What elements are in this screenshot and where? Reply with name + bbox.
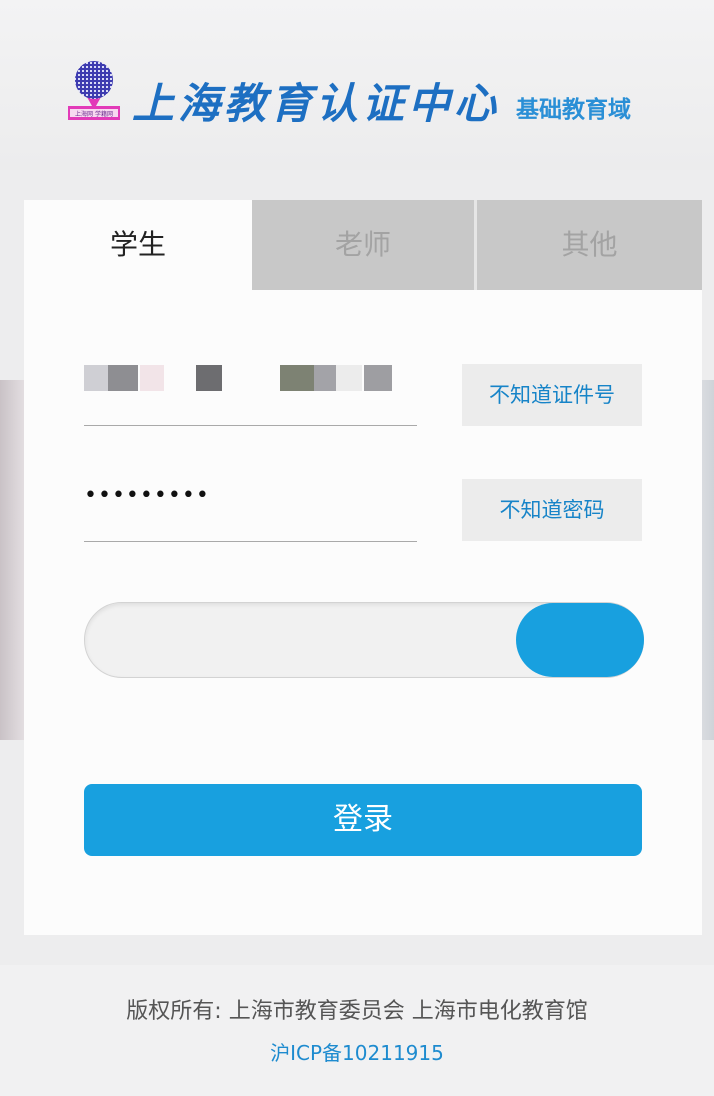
copyright-text: 版权所有: 上海市教育委员会 上海市电化教育馆 xyxy=(126,999,588,1024)
slide-verify-track xyxy=(84,602,644,678)
masked-id-value xyxy=(84,365,394,393)
site-title: 上海教育认证中心 xyxy=(132,79,501,128)
password-field[interactable]: ••••••••• xyxy=(84,481,417,542)
icp-link[interactable]: 沪ICP备10211915 xyxy=(0,1037,714,1066)
slide-verify-handle[interactable] xyxy=(516,603,644,677)
role-tabs: 学生 老师 其他 xyxy=(24,200,702,290)
login-card: 学生 老师 其他 不知道证件号 ••••••••• 不知道密码 登录 xyxy=(24,200,702,935)
forgot-id-button[interactable]: 不知道证件号 xyxy=(462,364,642,426)
login-button[interactable]: 登录 xyxy=(84,784,642,856)
site-subtitle: 基础教育域 xyxy=(516,97,631,123)
tab-teacher[interactable]: 老师 xyxy=(252,200,477,290)
logo-caption: 上海网 学籍网 xyxy=(75,110,113,118)
id-number-field[interactable] xyxy=(84,365,417,426)
tab-student[interactable]: 学生 xyxy=(24,200,252,290)
logo-emblem-icon: 上海网 学籍网 xyxy=(68,61,120,120)
footer: 版权所有: 上海市教育委员会 上海市电化教育馆 沪ICP备10211915 xyxy=(0,965,714,1096)
password-value: ••••••••• xyxy=(84,483,210,508)
header: 上海网 学籍网 上海教育认证中心 基础教育域 xyxy=(0,0,714,170)
forgot-password-button[interactable]: 不知道密码 xyxy=(462,479,642,541)
tab-other[interactable]: 其他 xyxy=(477,200,702,290)
